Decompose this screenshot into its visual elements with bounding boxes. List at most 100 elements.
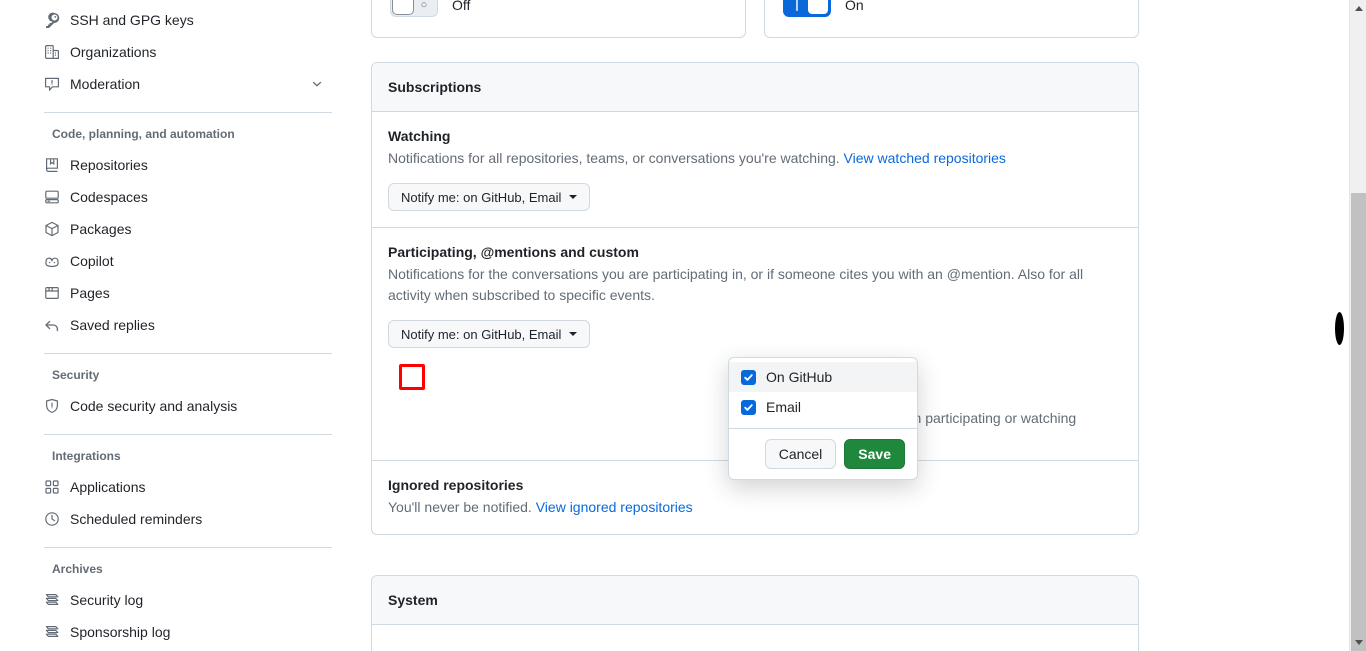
subscriptions-panel-title: Subscriptions <box>372 63 1138 112</box>
settings-sidebar: SSH and GPG keys Organizations Moderatio… <box>0 0 340 651</box>
sidebar-item-label: SSH and GPG keys <box>70 12 194 28</box>
ignored-description: You'll never be notified. View ignored r… <box>388 497 1088 518</box>
sidebar-group-title: Security <box>52 368 100 382</box>
sidebar-item-label: Repositories <box>70 157 148 173</box>
on-github-checkbox[interactable] <box>741 369 756 385</box>
chevron-down-icon <box>569 195 578 199</box>
log-icon <box>44 624 60 640</box>
sidebar-divider <box>44 112 332 113</box>
toggle-tile-on: ❘ On <box>764 0 1139 38</box>
watching-notify-dropdown-button[interactable]: Notify me: on GitHub, Email <box>388 183 591 211</box>
organization-icon <box>44 44 60 60</box>
toggle-label: On <box>845 0 864 13</box>
log-icon <box>44 592 60 608</box>
package-icon <box>44 221 60 237</box>
scroll-up-arrow-icon[interactable] <box>1350 0 1366 17</box>
save-button[interactable]: Save <box>844 439 905 469</box>
sidebar-divider <box>44 434 332 435</box>
chevron-down-icon[interactable] <box>310 77 324 91</box>
sidebar-item-label: Saved replies <box>70 317 155 333</box>
browser-icon <box>44 285 60 301</box>
sidebar-item-code-security-and-analysis[interactable]: Code security and analysis <box>44 390 332 422</box>
toggle-knob <box>392 0 414 15</box>
notification-toggle-on[interactable]: ❘ <box>783 0 831 17</box>
page-scrollbar[interactable] <box>1349 0 1366 651</box>
main-content: ○ Off ❘ On Subscriptions Watching Notifi… <box>340 0 1340 651</box>
sidebar-item-label: Security log <box>70 592 144 608</box>
chevron-down-icon <box>569 332 578 336</box>
view-watched-repositories-link[interactable]: View watched repositories <box>844 150 1006 166</box>
sidebar-divider <box>44 547 332 548</box>
cancel-button[interactable]: Cancel <box>764 439 837 469</box>
sidebar-item-label: Sponsorship log <box>70 624 171 640</box>
sidebar-item-label: Scheduled reminders <box>70 511 203 527</box>
app-page: SSH and GPG keys Organizations Moderatio… <box>0 0 1366 651</box>
participating-notify-label: Notify me: on GitHub, Email <box>401 326 562 342</box>
dropdown-option-email[interactable]: Email <box>729 392 917 422</box>
dropdown-option-on-github[interactable]: On GitHub <box>729 362 917 392</box>
participating-description: Notifications for the conversations you … <box>388 266 1084 303</box>
sidebar-item-security-log[interactable]: Security log <box>44 584 332 616</box>
dropdown-option-label: On GitHub <box>766 369 833 385</box>
dropdown-option-label: Email <box>766 399 802 415</box>
report-icon <box>44 76 60 92</box>
participating-title: Participating, @mentions and custom <box>388 244 639 260</box>
watching-section: Watching Notifications for all repositor… <box>372 112 1138 227</box>
toggle-circle-icon: ○ <box>420 0 428 11</box>
sidebar-item-label: Pages <box>70 285 110 301</box>
toggle-label: Off <box>452 0 471 13</box>
sidebar-item-ssh-and-gpg-keys[interactable]: SSH and GPG keys <box>44 4 332 36</box>
sidebar-group-title: Integrations <box>52 449 121 463</box>
apps-icon <box>44 479 60 495</box>
toggle-bar-icon: ❘ <box>792 0 802 11</box>
clock-icon <box>44 511 60 527</box>
system-panel: System <box>371 575 1139 651</box>
sidebar-item-sponsorship-log[interactable]: Sponsorship log <box>44 616 332 648</box>
view-ignored-repositories-link[interactable]: View ignored repositories <box>536 499 693 515</box>
system-panel-title: System <box>372 576 1138 625</box>
watching-title: Watching <box>388 128 451 144</box>
sidebar-item-label: Codespaces <box>70 189 148 205</box>
notify-options-list: On GitHub Email <box>729 358 917 428</box>
copilot-icon <box>44 253 60 269</box>
sidebar-item-label: Applications <box>70 479 146 495</box>
sidebar-item-label: Copilot <box>70 253 114 269</box>
codespaces-icon <box>44 189 60 205</box>
notify-options-dropdown: On GitHub Email Cancel Save <box>728 357 918 480</box>
sidebar-item-organizations[interactable]: Organizations <box>44 36 332 68</box>
watching-description: Notifications for all repositories, team… <box>388 148 1088 169</box>
sidebar-item-applications[interactable]: Applications <box>44 471 332 503</box>
toggle-knob <box>807 0 829 15</box>
sidebar-item-label: Code security and analysis <box>70 398 238 414</box>
sidebar-item-repositories[interactable]: Repositories <box>44 149 332 181</box>
shield-icon <box>44 398 60 414</box>
notification-toggle-off[interactable]: ○ <box>390 0 438 17</box>
participating-notify-dropdown-button[interactable]: Notify me: on GitHub, Email <box>388 320 591 348</box>
sidebar-item-packages[interactable]: Packages <box>44 213 332 245</box>
watching-description-text: Notifications for all repositories, team… <box>388 150 840 166</box>
watching-notify-label: Notify me: on GitHub, Email <box>401 189 562 205</box>
sidebar-item-codespaces[interactable]: Codespaces <box>44 181 332 213</box>
email-checkbox[interactable] <box>741 399 756 415</box>
toggle-tile-off: ○ Off <box>371 0 746 38</box>
sidebar-item-pages[interactable]: Pages <box>44 277 332 309</box>
dropdown-actions: Cancel Save <box>729 428 917 479</box>
sidebar-group-title: Archives <box>52 562 103 576</box>
sidebar-item-label: Organizations <box>70 44 157 60</box>
ignored-description-text: You'll never be notified. <box>388 499 532 515</box>
sidebar-item-label: Packages <box>70 221 132 237</box>
cursor-marker <box>1335 312 1344 345</box>
reply-icon <box>44 317 60 333</box>
scrollbar-thumb[interactable] <box>1351 193 1366 651</box>
sidebar-item-saved-replies[interactable]: Saved replies <box>44 309 332 341</box>
sidebar-divider <box>44 353 332 354</box>
key-icon <box>44 12 60 28</box>
sidebar-item-scheduled-reminders[interactable]: Scheduled reminders <box>44 503 332 535</box>
sidebar-item-label: Moderation <box>70 76 141 92</box>
sidebar-group-title: Code, planning, and automation <box>52 127 235 141</box>
notification-toggle-row: ○ Off ❘ On <box>371 0 1139 38</box>
sidebar-item-copilot[interactable]: Copilot <box>44 245 332 277</box>
repo-icon <box>44 157 60 173</box>
scroll-down-arrow-icon[interactable] <box>1350 634 1366 651</box>
sidebar-item-moderation[interactable]: Moderation <box>44 68 332 100</box>
